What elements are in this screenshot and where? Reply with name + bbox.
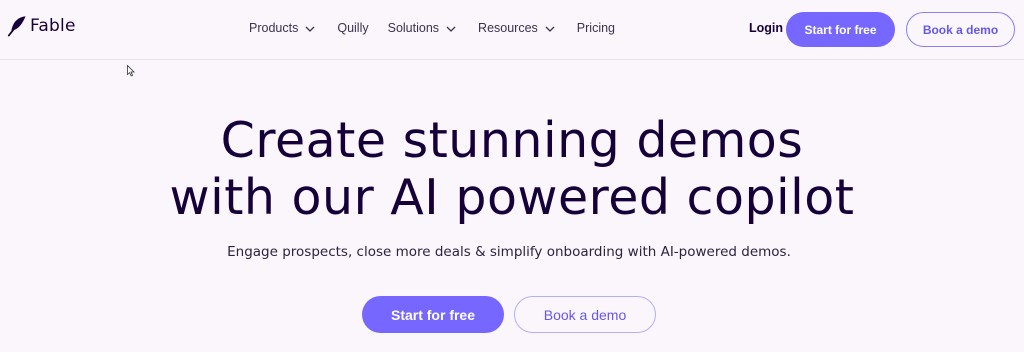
header-book-a-demo-button[interactable]: Book a demo [906, 12, 1015, 47]
main-menu: Products Quilly Solutions Resources Pric… [249, 21, 637, 35]
nav-products-label: Products [249, 21, 299, 35]
nav-quilly[interactable]: Quilly [337, 21, 368, 35]
chevron-down-icon [305, 21, 315, 35]
hero-title-line-1: Create stunning demos [220, 112, 804, 169]
mouse-pointer-icon [127, 64, 135, 82]
login-link[interactable]: Login [749, 21, 783, 35]
nav-quilly-label: Quilly [337, 21, 369, 35]
nav-solutions-label: Solutions [387, 21, 440, 35]
hero-book-a-demo-button[interactable]: Book a demo [514, 296, 656, 333]
nav-pricing-label: Pricing [576, 21, 616, 35]
hero-start-for-free-button[interactable]: Start for free [362, 296, 504, 333]
nav-resources[interactable]: Resources [478, 21, 555, 35]
hero-title: Create stunning demos with our AI powere… [0, 112, 1024, 226]
hero-title-line-2: with our AI powered copilot [169, 169, 855, 226]
header-start-for-free-button[interactable]: Start for free [786, 12, 895, 47]
chevron-down-icon [545, 21, 555, 35]
hero-subtitle: Engage prospects, close more deals & sim… [227, 244, 791, 260]
chevron-down-icon [446, 21, 456, 35]
nav-pricing[interactable]: Pricing [577, 21, 615, 35]
logo-text: Fable [30, 16, 76, 36]
nav-resources-label: Resources [478, 21, 538, 35]
top-navigation: Fable Products Quilly Solutions Resource… [0, 0, 1024, 60]
feather-icon [7, 15, 27, 37]
nav-solutions[interactable]: Solutions [388, 21, 456, 35]
nav-products[interactable]: Products [249, 21, 315, 35]
fable-logo[interactable]: Fable [7, 15, 76, 37]
